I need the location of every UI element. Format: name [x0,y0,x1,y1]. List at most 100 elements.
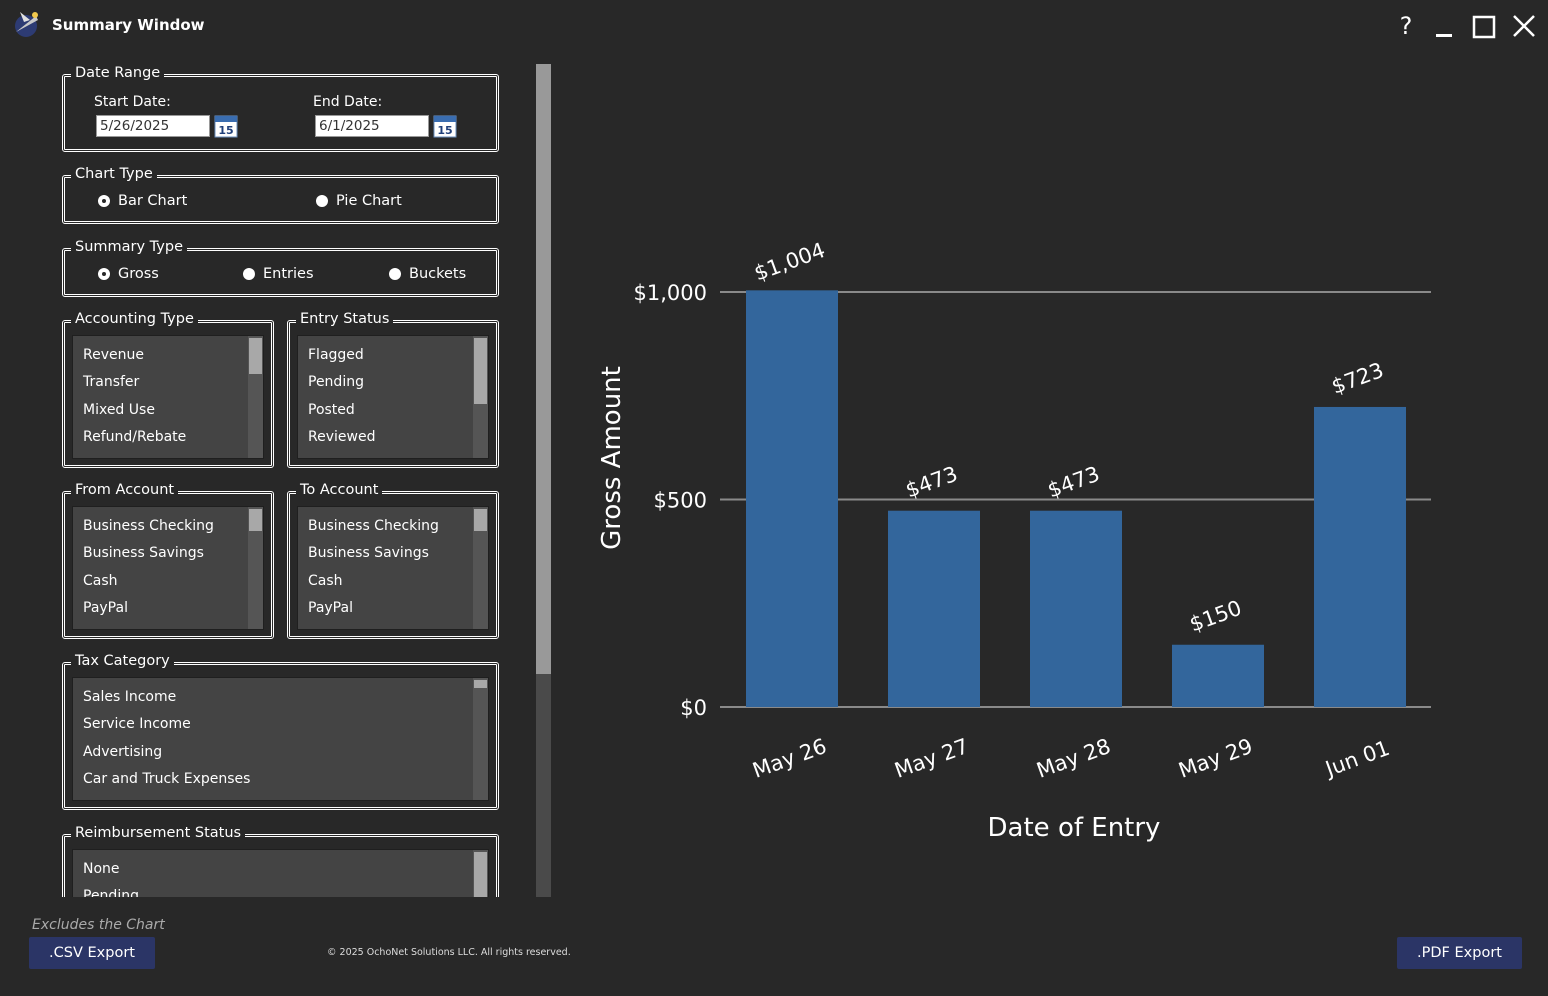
list-item[interactable]: Pending [83,888,139,897]
start-date-input[interactable]: 5/26/2025 [96,115,210,137]
start-date-calendar-button[interactable]: 15 [214,114,238,138]
data-label: $473 [902,462,960,503]
summary-type-legend: Summary Type [71,239,187,255]
bar-chart: $0 $500 $1,000 May 26 May 27 May 28 May 29 Jun… [597,238,1431,843]
radio-selected-icon [99,269,109,279]
bar-chart-radio[interactable]: Bar Chart [98,193,187,209]
minimize-icon [1436,34,1452,37]
x-axis-title: Date of Entry [988,813,1161,843]
list-item[interactable]: Business Checking [83,518,214,534]
from-account-listbox[interactable]: Business Checking Business Savings Cash … [72,506,264,630]
list-item[interactable]: Refund/Rebate [83,429,186,445]
minimize-button[interactable] [1430,10,1462,42]
bar [888,510,980,707]
summary-type-group: Summary Type Gross Entries Buckets [62,239,499,297]
gross-radio[interactable]: Gross [98,266,159,282]
list-item[interactable]: Sales Income [83,689,176,705]
list-item[interactable]: Posted [308,402,355,418]
pdf-export-button[interactable]: .PDF Export [1397,937,1522,969]
radio-unselected-icon [316,195,328,207]
list-scrollbar[interactable] [473,336,488,458]
y-tick-label: $0 [680,696,707,720]
copyright-text: © 2025 OchoNet Solutions LLC. All rights… [327,947,571,958]
calendar-icon: 15 [214,115,238,138]
list-item[interactable]: Business Savings [83,545,204,561]
svg-text:15: 15 [437,124,452,137]
list-item[interactable]: Business Checking [308,518,439,534]
export-note: Excludes the Chart [32,917,165,933]
chart-type-group: Chart Type Bar Chart Pie Chart [62,166,499,224]
scroll-thumb[interactable] [474,338,487,404]
list-item[interactable]: PayPal [308,600,353,616]
from-account-group: From Account Business Checking Business … [62,482,274,639]
to-account-legend: To Account [296,482,383,498]
radio-label: Buckets [409,266,467,282]
window-title: Summary Window [52,16,205,34]
end-date-calendar-button[interactable]: 15 [433,114,457,138]
maximize-button[interactable] [1468,10,1500,42]
maximize-icon [1472,15,1496,39]
reimbursement-clip: Reimbursement Status None Pending [55,820,515,897]
filters-scrollbar[interactable] [536,64,551,897]
radio-label: Entries [263,266,314,282]
pie-chart-radio[interactable]: Pie Chart [316,193,402,209]
list-item[interactable]: None [83,861,120,877]
title-bar: Summary Window ? [0,0,1548,52]
list-scrollbar[interactable] [248,507,263,629]
entries-radio[interactable]: Entries [243,266,314,282]
radio-label: Pie Chart [336,193,402,209]
reimbursement-status-legend: Reimbursement Status [71,825,246,841]
data-label: $723 [1328,358,1386,399]
accounting-type-legend: Accounting Type [71,311,198,327]
y-axis-title: Gross Amount [597,366,627,550]
scroll-thumb[interactable] [474,509,487,531]
list-scrollbar[interactable] [473,678,488,800]
scroll-thumb[interactable] [474,852,487,897]
to-account-listbox[interactable]: Business Checking Business Savings Cash … [297,506,489,630]
end-date-label: End Date: [313,94,383,110]
accounting-type-listbox[interactable]: Revenue Transfer Mixed Use Refund/Rebate [72,335,264,459]
list-item[interactable]: Pending [308,374,364,390]
list-scrollbar[interactable] [473,507,488,629]
data-label: $150 [1186,596,1244,637]
list-item[interactable]: Business Savings [308,545,429,561]
end-date-input[interactable]: 6/1/2025 [315,115,429,137]
scroll-thumb[interactable] [249,338,262,374]
list-item[interactable]: Transfer [83,374,139,390]
list-item[interactable]: Reviewed [308,429,375,445]
chart-x-tick-labels: May 26 May 27 May 28 May 29 Jun 01 [749,734,1392,783]
reimbursement-status-listbox[interactable]: None Pending [72,849,489,897]
data-label: $473 [1044,462,1102,503]
list-item[interactable]: Car and Truck Expenses [83,771,250,787]
radio-unselected-icon [389,268,401,280]
filters-scroll-thumb[interactable] [536,64,551,674]
entry-status-listbox[interactable]: Flagged Pending Posted Reviewed [297,335,489,459]
y-tick-label: $500 [654,489,707,513]
list-item[interactable]: PayPal [83,600,128,616]
help-icon: ? [1399,12,1413,40]
buckets-radio[interactable]: Buckets [389,266,466,282]
list-item[interactable]: Advertising [83,744,162,760]
app-logo-icon [8,6,44,42]
x-tick-label: May 29 [1175,734,1255,783]
x-tick-label: May 28 [1033,734,1113,783]
close-button[interactable] [1508,10,1540,42]
list-item[interactable]: Mixed Use [83,402,155,418]
list-item[interactable]: Cash [308,573,343,589]
list-item[interactable]: Service Income [83,716,191,732]
list-item[interactable]: Flagged [308,347,364,363]
entry-status-group: Entry Status Flagged Pending Posted Revi… [287,311,499,468]
bar [746,290,838,707]
scroll-thumb[interactable] [474,680,487,688]
radio-selected-icon [99,196,109,206]
csv-export-button[interactable]: .CSV Export [29,937,155,969]
list-scrollbar[interactable] [248,336,263,458]
bar [1030,510,1122,707]
list-item[interactable]: Revenue [83,347,144,363]
list-item[interactable]: Cash [83,573,118,589]
scroll-thumb[interactable] [249,509,262,531]
help-button[interactable]: ? [1390,10,1422,42]
radio-label: Gross [118,266,159,282]
list-scrollbar[interactable] [473,850,488,897]
tax-category-listbox[interactable]: Sales Income Service Income Advertising … [72,677,489,801]
